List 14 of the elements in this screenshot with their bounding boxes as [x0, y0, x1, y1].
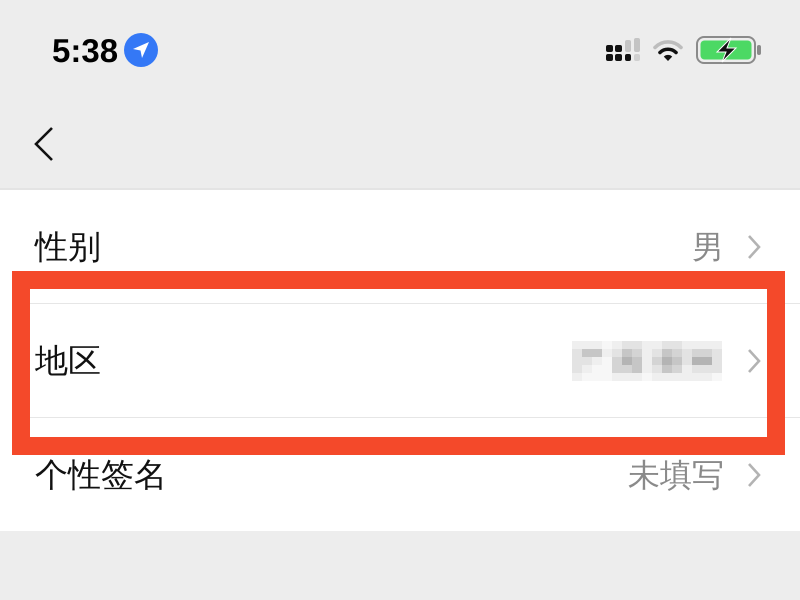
row-value: 男 [692, 230, 724, 262]
row-label: 地区 [35, 344, 101, 377]
row-label: 性别 [35, 230, 101, 263]
back-icon [33, 126, 55, 162]
signal-icon [606, 38, 642, 62]
row-label: 个性签名 [35, 458, 167, 491]
battery-charging-icon [696, 36, 762, 64]
chevron-right-icon [746, 460, 762, 488]
back-button[interactable] [33, 126, 55, 162]
status-time: 5:38 [52, 34, 118, 66]
row-value: 未填写 [628, 458, 724, 490]
wifi-icon [652, 38, 684, 62]
chevron-right-icon [746, 232, 762, 260]
chevron-right-icon [746, 346, 762, 374]
